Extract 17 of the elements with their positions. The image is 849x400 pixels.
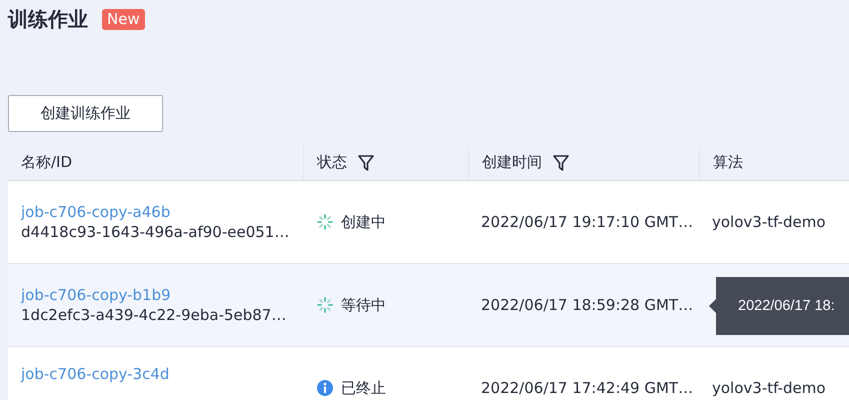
tooltip: 2022/06/17 18: (709, 277, 849, 335)
column-header: 名称/ID (21, 153, 72, 172)
status-text: 等待中 (341, 296, 386, 314)
algorithm-name: yolov3-tf-demo (712, 379, 826, 397)
job-id: 1dc2efc3-a439-4c22-9eba-5eb87… (21, 306, 286, 324)
new-badge: New (102, 9, 145, 30)
created-time: 2022/06/17 17:42:49 GMT… (481, 379, 694, 397)
job-id: d4418c93-1643-496a-af90-ee051… (21, 223, 290, 241)
column-header: 状态 (317, 153, 347, 172)
created-time: 2022/06/17 19:17:10 GMT… (481, 213, 694, 231)
status-text: 创建中 (341, 212, 386, 232)
column-header: 算法 (713, 153, 743, 172)
page-title: 训练作业 (8, 6, 88, 33)
algorithm-name: yolov3-tf-demo (712, 213, 826, 231)
status-text: 已终止 (341, 378, 386, 398)
column-header: 创建时间 (482, 153, 542, 172)
created-time: 2022/06/17 18:59:28 GMT… (481, 296, 694, 314)
